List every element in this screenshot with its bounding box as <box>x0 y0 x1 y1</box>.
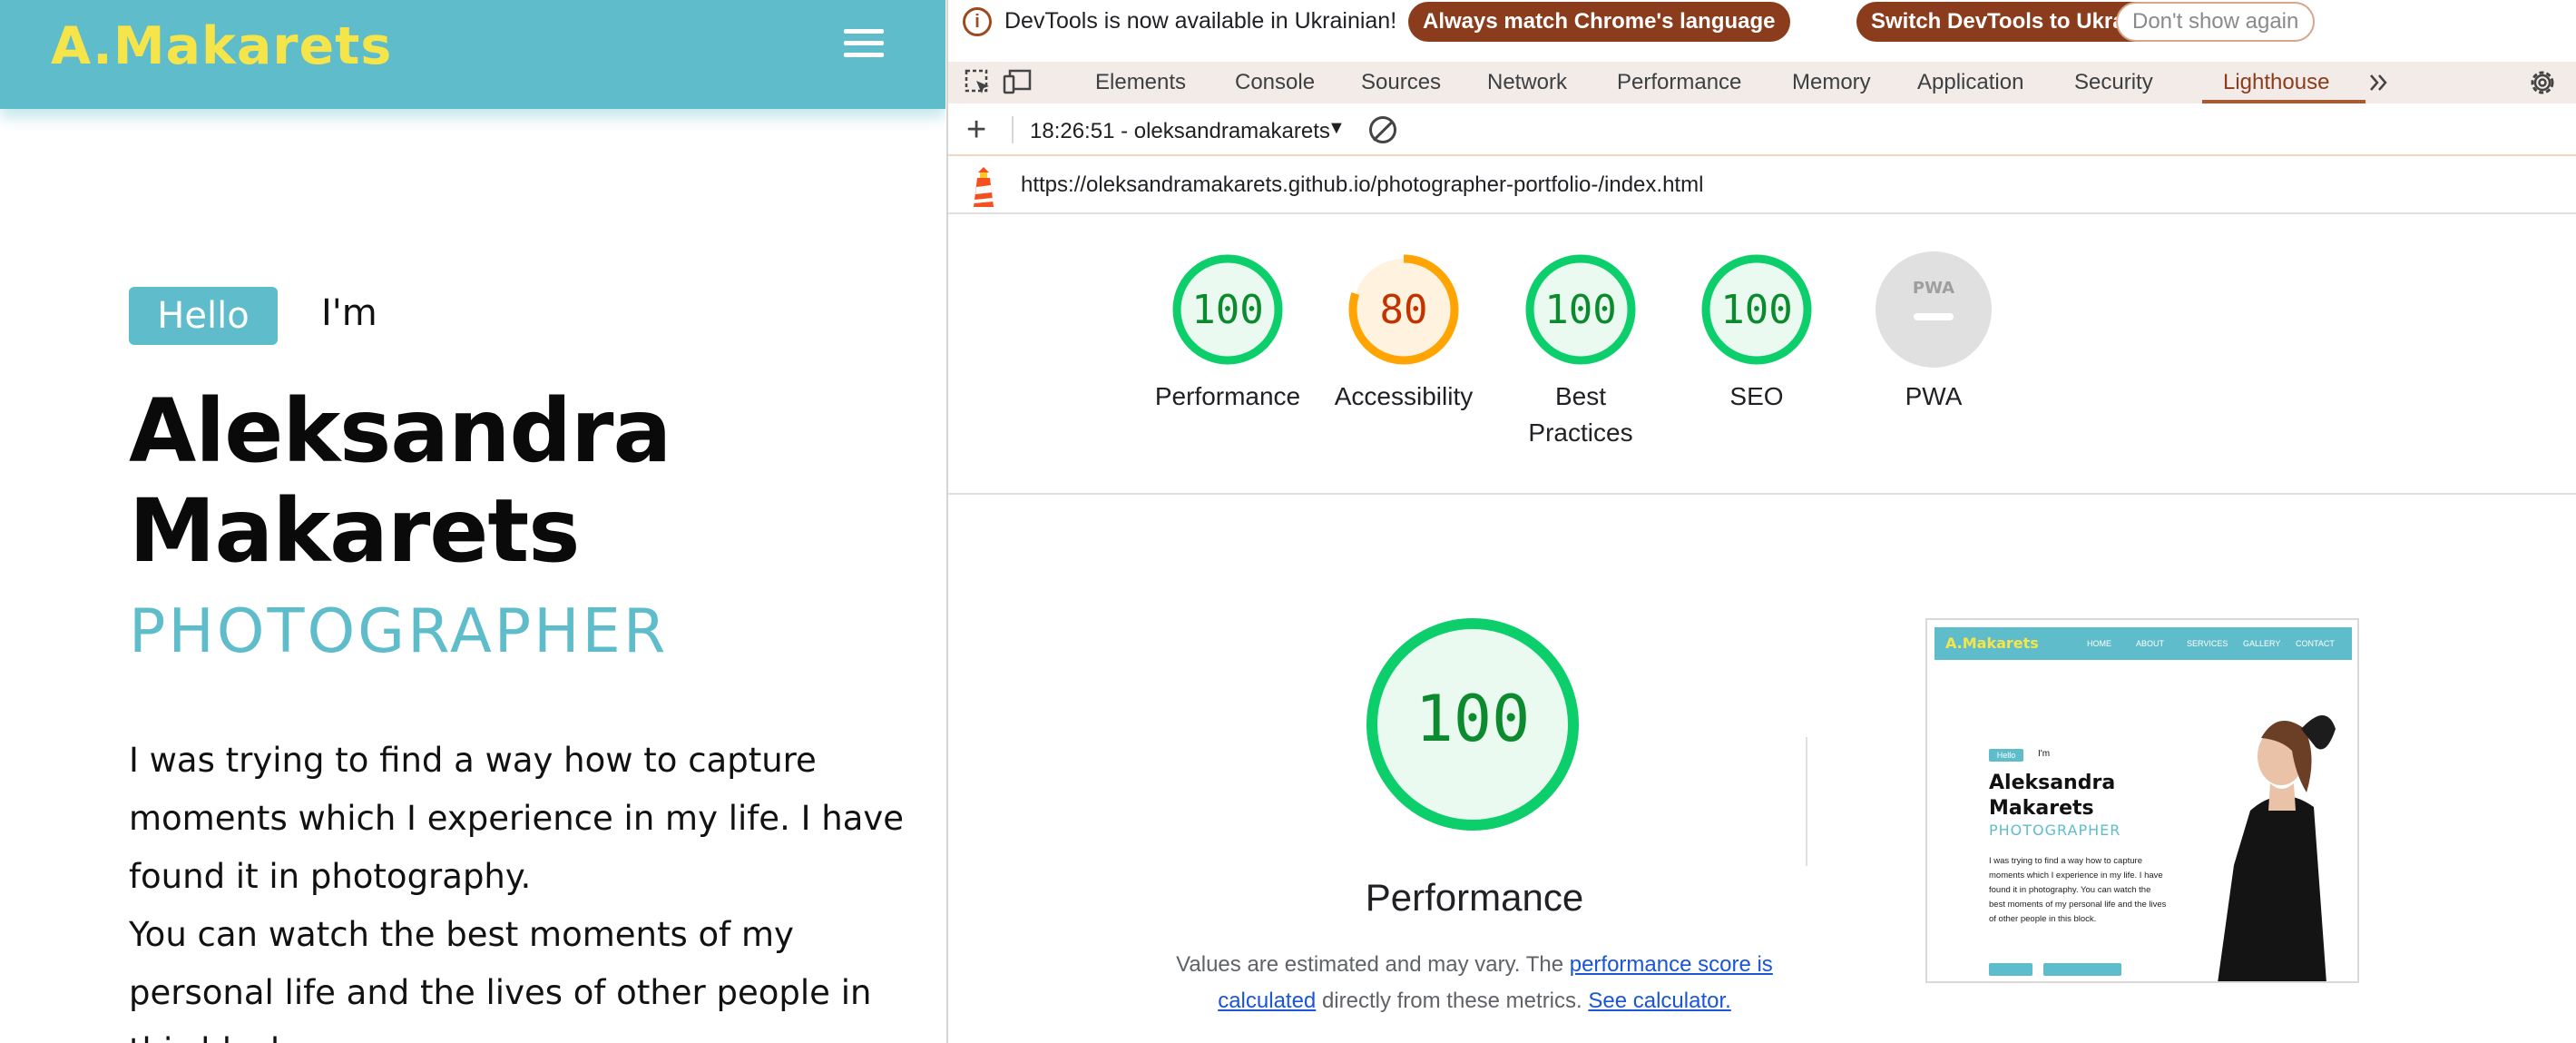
gauge-ring: 100 <box>1525 254 1636 365</box>
gauge-score: 100 <box>1191 287 1263 333</box>
pwa-badge-bar <box>1914 313 1954 320</box>
hero-description-line: I was trying to find a way how to captur… <box>129 741 817 780</box>
gauge-accessibility[interactable]: 80 Accessibility <box>1313 250 1494 415</box>
hero-description-line: found it in photography. <box>129 857 532 896</box>
hello-badge: Hello <box>129 287 278 345</box>
tab-elements[interactable]: Elements <box>1095 62 1186 103</box>
inspect-element-icon[interactable] <box>965 69 992 96</box>
pwa-badge-text: PWA <box>1913 279 1954 298</box>
note-prefix: Values are estimated and may vary. The <box>1176 952 1570 977</box>
gauge-performance[interactable]: 100 Performance <box>1137 250 1318 415</box>
gauge-best-practices[interactable]: 100 Best Practices <box>1490 250 1671 451</box>
gauge-ring: 100 <box>1701 254 1812 365</box>
gauge-ring: 100 <box>1172 254 1283 365</box>
hero-description-line: this block. <box>129 1022 918 1043</box>
gauge-ring: 80 <box>1348 254 1459 365</box>
toolbar-divider <box>1012 116 1014 143</box>
devtools-panel: i DevTools is now available in Ukrainian… <box>946 0 2576 1043</box>
site-header: A.Makarets <box>0 0 945 109</box>
language-infobar: i DevTools is now available in Ukrainian… <box>948 0 2576 42</box>
performance-big-score: 100 <box>1415 682 1530 756</box>
thumb-hello-badge: Hello <box>1989 749 2023 762</box>
gauge-score: 80 <box>1380 287 1428 333</box>
tab-performance[interactable]: Performance <box>1617 62 1741 103</box>
performance-note: Values are estimated and may vary. The p… <box>1175 947 1774 1019</box>
thumb-nav-item: GALLERY <box>2243 639 2281 648</box>
gauge-seo[interactable]: 100 SEO <box>1666 250 1847 415</box>
device-toolbar-icon[interactable] <box>1003 69 1032 96</box>
performance-big-gauge: 100 <box>1366 618 1579 831</box>
info-icon: i <box>963 7 992 36</box>
thumb-portrait-photo <box>2218 715 2336 981</box>
thumb-logo: A.Makarets <box>1945 635 2039 652</box>
report-url[interactable]: https://oleksandramakarets.github.io/pho… <box>1021 172 1703 198</box>
hero-name: Aleksandra Makarets <box>129 381 909 581</box>
dont-show-again-button[interactable]: Don't show again <box>2116 2 2316 42</box>
thumb-role: PHOTOGRAPHER <box>1989 822 2121 839</box>
thumb-name-line2: Makarets <box>1989 797 2094 820</box>
gauge-pwa[interactable]: PWA PWA <box>1843 250 2024 415</box>
tab-application[interactable]: Application <box>1917 62 2023 103</box>
chevron-double-right-icon[interactable] <box>2365 69 2393 96</box>
caret-down-icon[interactable]: ▼ <box>1327 118 1346 139</box>
tab-lighthouse[interactable]: Lighthouse <box>2223 62 2329 103</box>
gauge-label: PWA <box>1905 382 1963 410</box>
website-viewport: A.Makarets Hello I'm Aleksandra Makarets… <box>0 0 945 1043</box>
lighthouse-toolbar: + 18:26:51 - oleksandramakarets ▼ <box>948 105 2576 156</box>
hero-description-line: personal life and the lives of other peo… <box>129 973 872 1012</box>
thumb-button <box>1989 963 2032 976</box>
tab-security[interactable]: Security <box>2074 62 2153 103</box>
site-logo[interactable]: A.Makarets <box>51 16 392 76</box>
thumb-name: Aleksandra Makarets <box>1989 771 2189 822</box>
gauge-label: Best Practices <box>1528 382 1633 447</box>
page-screenshot-thumbnail[interactable]: A.Makarets HOME ABOUT SERVICES GALLERY C… <box>1925 618 2359 983</box>
hero-description-line: You can watch the best moments of my <box>129 915 794 954</box>
hero-description-line: moments which I experience in my life. I… <box>129 799 905 838</box>
see-calculator-link[interactable]: See calculator. <box>1588 989 1730 1013</box>
thumb-name-line1: Aleksandra <box>1989 772 2116 794</box>
gauge-label: SEO <box>1729 382 1784 410</box>
hero-name-line1: Aleksandra <box>129 380 671 482</box>
thumb-nav-item: CONTACT <box>2296 639 2335 648</box>
active-tab-indicator <box>2202 100 2365 103</box>
section-divider <box>1806 737 1807 866</box>
lighthouse-logo-icon <box>970 165 997 209</box>
report-url-bar: https://oleksandramakarets.github.io/pho… <box>948 158 2576 214</box>
hamburger-menu-icon[interactable] <box>844 29 884 62</box>
gauge-label: Accessibility <box>1334 382 1474 410</box>
devtools-tabbar: Elements Console Sources Network Perform… <box>948 62 2576 103</box>
thumb-nav-item: HOME <box>2087 639 2111 648</box>
match-language-button[interactable]: Always match Chrome's language <box>1408 2 1790 42</box>
gauge-score: 100 <box>1720 287 1792 333</box>
thumb-header: A.Makarets HOME ABOUT SERVICES GALLERY C… <box>1934 627 2352 660</box>
gauge-ring: PWA <box>1876 251 1992 368</box>
infobar-message: DevTools is now available in Ukrainian! <box>1004 8 1397 34</box>
report-selector[interactable]: 18:26:51 - oleksandramakarets <box>1030 116 1329 147</box>
gauge-label: Performance <box>1154 382 1301 410</box>
tab-console[interactable]: Console <box>1235 62 1315 103</box>
tab-memory[interactable]: Memory <box>1792 62 1871 103</box>
clear-reports-icon[interactable] <box>1369 116 1396 143</box>
thumb-im: I'm <box>2038 749 2051 759</box>
pwa-badge-circle <box>1876 251 1992 368</box>
performance-big-title: Performance <box>1365 876 1584 919</box>
im-label: I'm <box>321 292 377 334</box>
thumb-nav-item: ABOUT <box>2136 639 2165 648</box>
gauge-score: 100 <box>1544 287 1616 333</box>
hero-role: PHOTOGRAPHER <box>129 595 669 666</box>
thumb-button <box>2043 963 2121 976</box>
note-mid: directly from these metrics. <box>1316 989 1589 1013</box>
new-report-plus-icon[interactable]: + <box>966 113 986 147</box>
hero-description: I was trying to find a way how to captur… <box>129 732 918 1043</box>
tab-network[interactable]: Network <box>1487 62 1567 103</box>
settings-gear-icon[interactable] <box>2527 67 2558 98</box>
tab-sources[interactable]: Sources <box>1361 62 1441 103</box>
thumb-nav-item: SERVICES <box>2187 639 2228 648</box>
hero-name-line2: Makarets <box>129 480 580 582</box>
thumb-text: I was trying to find a way how to captur… <box>1989 856 2167 924</box>
gauges-divider <box>948 493 2576 495</box>
